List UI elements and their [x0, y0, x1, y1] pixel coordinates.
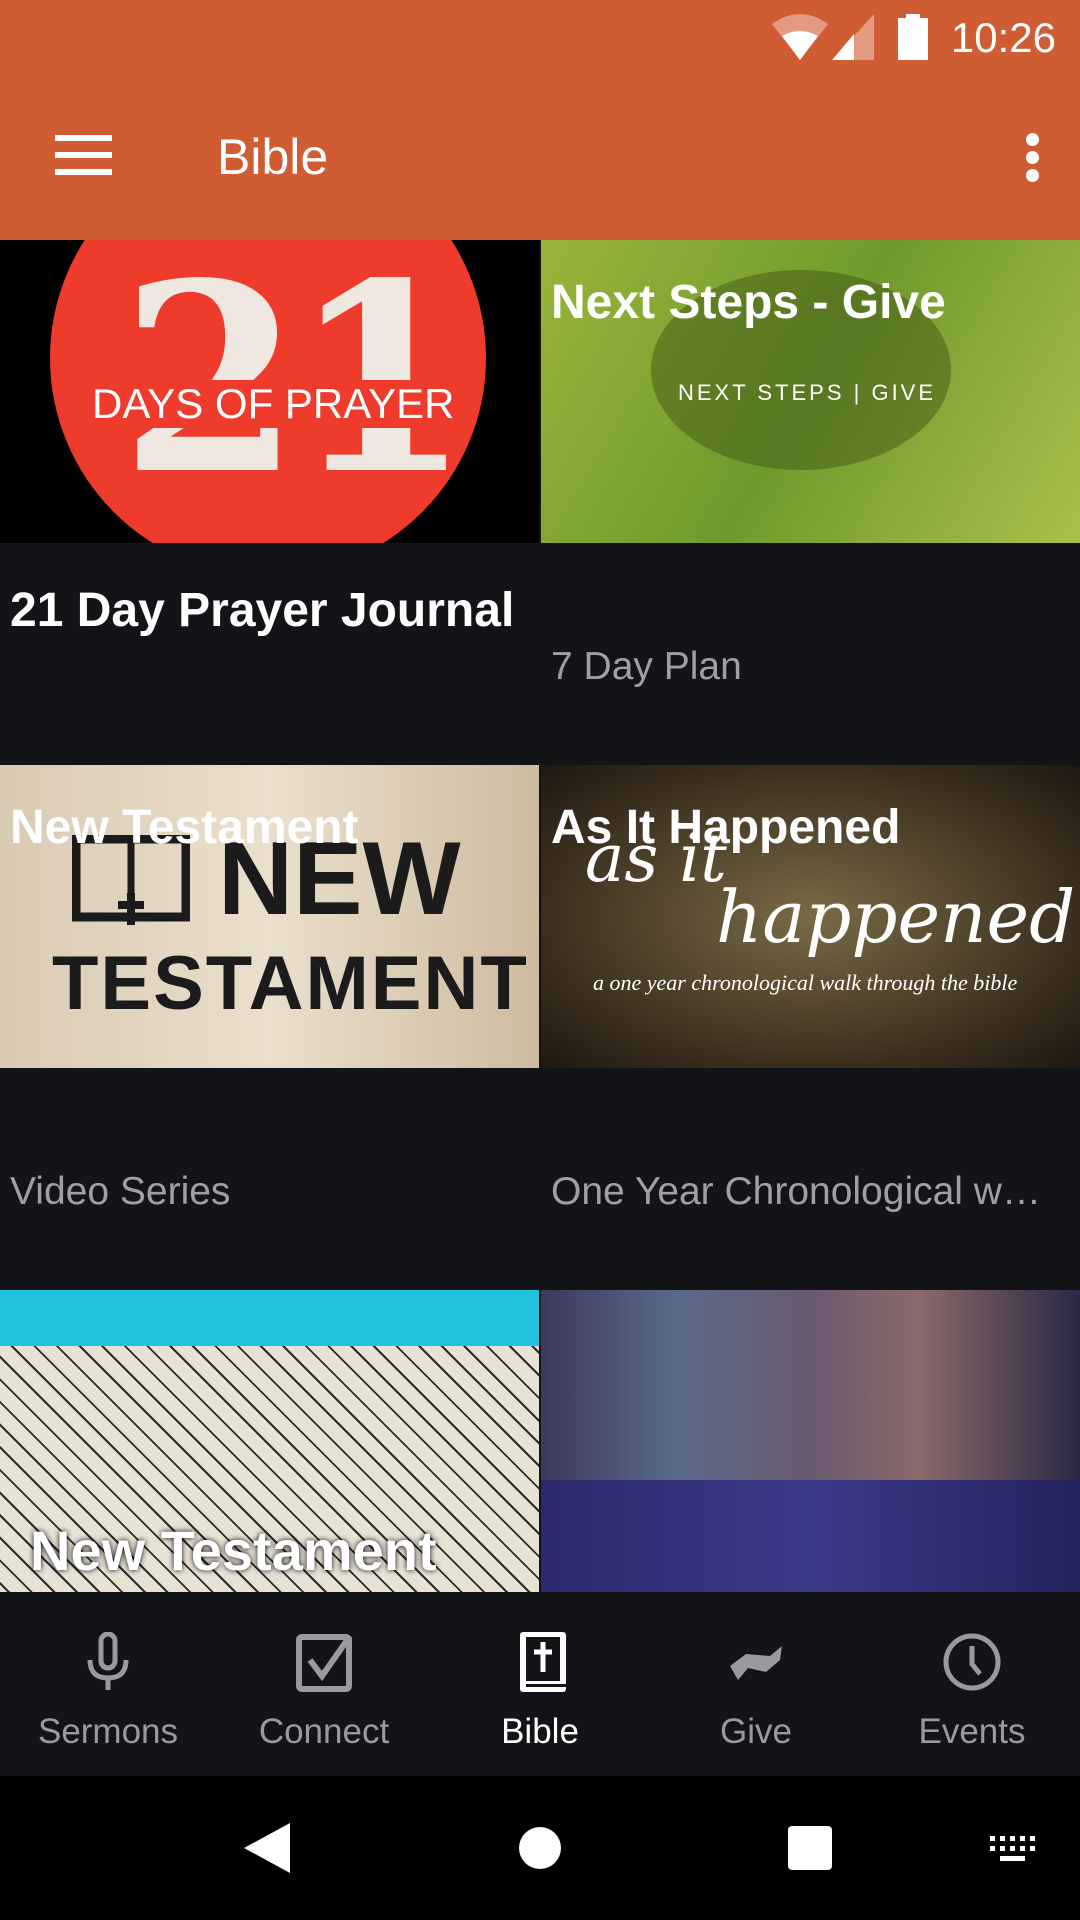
nav-label: Bible — [501, 1712, 579, 1751]
back-icon[interactable] — [244, 1823, 290, 1873]
nav-label: Connect — [258, 1712, 390, 1751]
signal-icon — [832, 14, 874, 60]
plan-subtitle: Video Series — [10, 1170, 231, 1213]
microphone-icon — [87, 1632, 129, 1690]
nav-item-events[interactable]: Events — [864, 1592, 1080, 1776]
nav-item-connect[interactable]: Connect — [216, 1592, 432, 1776]
clock-time: 10:26 — [950, 14, 1056, 61]
image-text: a one year chronological walk through th… — [593, 970, 1018, 995]
nav-label: Give — [720, 1712, 792, 1751]
battery-icon — [898, 14, 928, 60]
plan-subtitle: 7 Day Plan — [551, 645, 742, 688]
plan-card[interactable]: 21 DAYS OF PRAYER Journal 21 Day Prayer … — [0, 240, 539, 765]
plan-card[interactable]: New Testament — [0, 1290, 539, 1593]
plan-image: New Testament — [0, 1290, 539, 1593]
wifi-icon — [772, 14, 828, 60]
status-bar: 10:26 — [0, 0, 1080, 73]
bible-icon — [520, 1632, 566, 1692]
image-text: NEXT STEPS | GIVE — [678, 380, 937, 405]
checkbox-icon — [296, 1634, 353, 1692]
plan-image — [541, 1290, 1080, 1593]
bottom-navigation: Sermons Connect Bible Give Events — [0, 1592, 1080, 1776]
give-hand-icon — [730, 1646, 782, 1680]
nav-label: Sermons — [37, 1712, 179, 1751]
image-text: DAYS OF PRAYER — [88, 380, 459, 428]
plan-title: As It Happened — [551, 801, 901, 854]
image-text: Journal — [130, 468, 249, 509]
plan-image: 21 DAYS OF PRAYER Journal — [0, 240, 539, 543]
system-navigation-bar — [0, 1776, 1080, 1920]
nav-label: Events — [918, 1712, 1026, 1751]
image-text: happened — [716, 875, 1076, 959]
plan-subtitle: One Year Chronological w… — [551, 1170, 1041, 1213]
app-bar: Bible — [0, 73, 1080, 240]
nav-item-give[interactable]: Give — [648, 1592, 864, 1776]
hamburger-menu-icon[interactable] — [55, 135, 112, 175]
recents-icon[interactable] — [788, 1826, 832, 1870]
plan-title: New Testament — [10, 801, 359, 854]
plan-card[interactable]: as it happened a one year chronological … — [541, 765, 1080, 1290]
page-title: Bible — [217, 129, 329, 185]
more-options-icon[interactable] — [1026, 133, 1040, 183]
image-text: TESTAMENT — [52, 941, 529, 1026]
clock-icon — [943, 1633, 1001, 1691]
nav-item-bible[interactable]: Bible — [432, 1592, 648, 1776]
plan-card[interactable]: NEW TESTAMENT New Testament Video Series — [0, 765, 539, 1290]
image-text: New Testament — [30, 1519, 437, 1582]
plan-card[interactable] — [541, 1290, 1080, 1593]
nav-item-sermons[interactable]: Sermons — [0, 1592, 216, 1776]
plan-title: 21 Day Prayer Journal — [10, 584, 515, 637]
keyboard-icon[interactable] — [990, 1836, 1036, 1862]
plan-card[interactable]: NEXT STEPS | GIVE Next Steps - Give 7 Da… — [541, 240, 1080, 765]
plan-title: Next Steps - Give — [551, 276, 946, 329]
home-icon[interactable] — [518, 1826, 562, 1870]
